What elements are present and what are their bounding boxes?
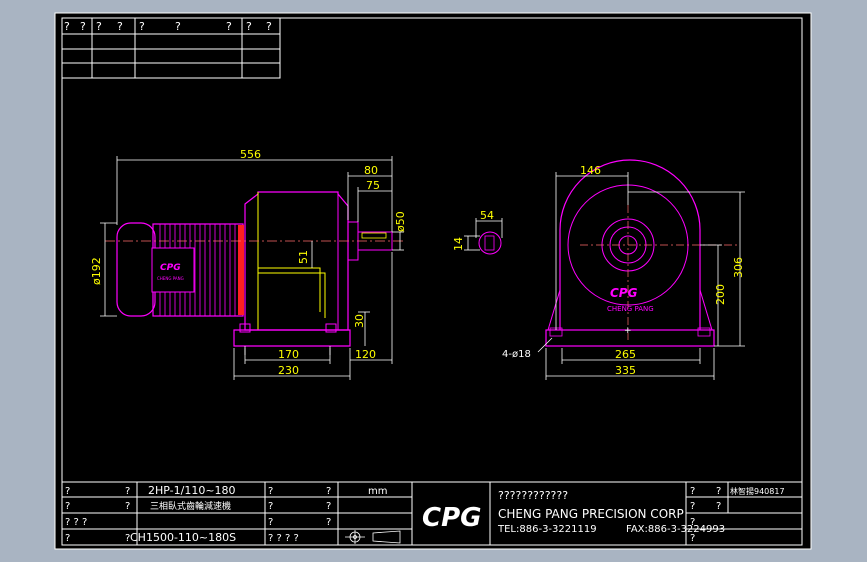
front-logo: CPG bbox=[610, 286, 638, 300]
dim-shaft-len: 75 bbox=[366, 179, 380, 192]
svg-text:?: ? bbox=[125, 501, 130, 512]
svg-text:?: ? bbox=[268, 501, 273, 512]
unit-label: mm bbox=[368, 486, 387, 497]
svg-text:?: ? bbox=[326, 486, 331, 497]
dim-holes: 4-ø18 bbox=[502, 349, 531, 360]
dim-overall: 556 bbox=[240, 148, 261, 161]
drawn-by: 林智揚940817 bbox=[730, 486, 785, 496]
svg-text:?: ? bbox=[246, 20, 252, 33]
company-fax: FAX:886-3-3224993 bbox=[626, 524, 725, 535]
svg-text:?: ? bbox=[96, 20, 102, 33]
svg-text:? ? ? ?: ? ? ? ? bbox=[268, 533, 299, 544]
svg-text:?: ? bbox=[690, 501, 695, 512]
cad-drawing-sheet: ? ? ? ? ? ? ? ? ? CPG CHENG PANG 556 80 … bbox=[54, 12, 812, 550]
svg-text:?: ? bbox=[690, 486, 695, 497]
svg-text:?: ? bbox=[80, 20, 86, 33]
svg-text:?: ? bbox=[716, 486, 721, 497]
dim-motor-dia: ø192 bbox=[90, 257, 103, 285]
company-name-en: CHENG PANG PRECISION CORP bbox=[498, 507, 684, 521]
svg-text:?: ? bbox=[268, 486, 273, 497]
key-width-label: 54 bbox=[480, 209, 494, 222]
svg-text:?: ? bbox=[266, 20, 272, 33]
dim-base-height: 30 bbox=[353, 314, 366, 328]
dim-top: 146 bbox=[580, 164, 601, 177]
svg-text:?: ? bbox=[690, 533, 695, 544]
dim-overall-height: 306 bbox=[732, 257, 745, 278]
svg-text:?: ? bbox=[268, 517, 273, 528]
svg-text:?: ? bbox=[716, 501, 721, 512]
svg-text:?: ? bbox=[64, 20, 70, 33]
model-description: 三相臥式齒輪減速機 bbox=[150, 500, 231, 512]
svg-text:?: ? bbox=[65, 486, 70, 497]
svg-text:? ? ?: ? ? ? bbox=[65, 517, 87, 528]
company-tel: TEL:886-3-3221119 bbox=[497, 524, 597, 535]
svg-text:?: ? bbox=[175, 20, 181, 33]
motor-flange bbox=[238, 225, 244, 315]
dim-base-width: 335 bbox=[615, 364, 636, 377]
svg-text:?: ? bbox=[326, 501, 331, 512]
dim-foot-end: 120 bbox=[355, 348, 376, 361]
dim-center-height: 200 bbox=[714, 284, 727, 305]
dim-base-length: 230 bbox=[278, 364, 299, 377]
dim-shaft-height: 51 bbox=[297, 250, 310, 264]
motor-logo: CPG bbox=[160, 263, 181, 273]
dim-flange: 80 bbox=[364, 164, 378, 177]
dim-hole-span: 265 bbox=[615, 348, 636, 361]
svg-text:?: ? bbox=[125, 486, 130, 497]
svg-text:?: ? bbox=[65, 533, 70, 544]
svg-text:?: ? bbox=[65, 501, 70, 512]
company-logo: CPG bbox=[422, 503, 481, 533]
company-name-cn: ???????????? bbox=[498, 489, 568, 502]
key-height-label: 14 bbox=[452, 237, 465, 251]
svg-text:?: ? bbox=[326, 517, 331, 528]
dim-shaft-dia: ø50 bbox=[394, 211, 407, 232]
model-code: CH1500-110~180S bbox=[130, 531, 236, 544]
dim-foot-span: 170 bbox=[278, 348, 299, 361]
front-brand: CHENG PANG bbox=[607, 305, 654, 313]
model-power: 2HP-1/110~180 bbox=[148, 484, 236, 497]
motor-brand: CHENG PANG bbox=[157, 276, 184, 281]
svg-text:?: ? bbox=[139, 20, 145, 33]
svg-text:?: ? bbox=[226, 20, 232, 33]
front-center-mark: + bbox=[624, 326, 632, 336]
svg-text:?: ? bbox=[117, 20, 123, 33]
svg-text:?: ? bbox=[690, 517, 695, 528]
